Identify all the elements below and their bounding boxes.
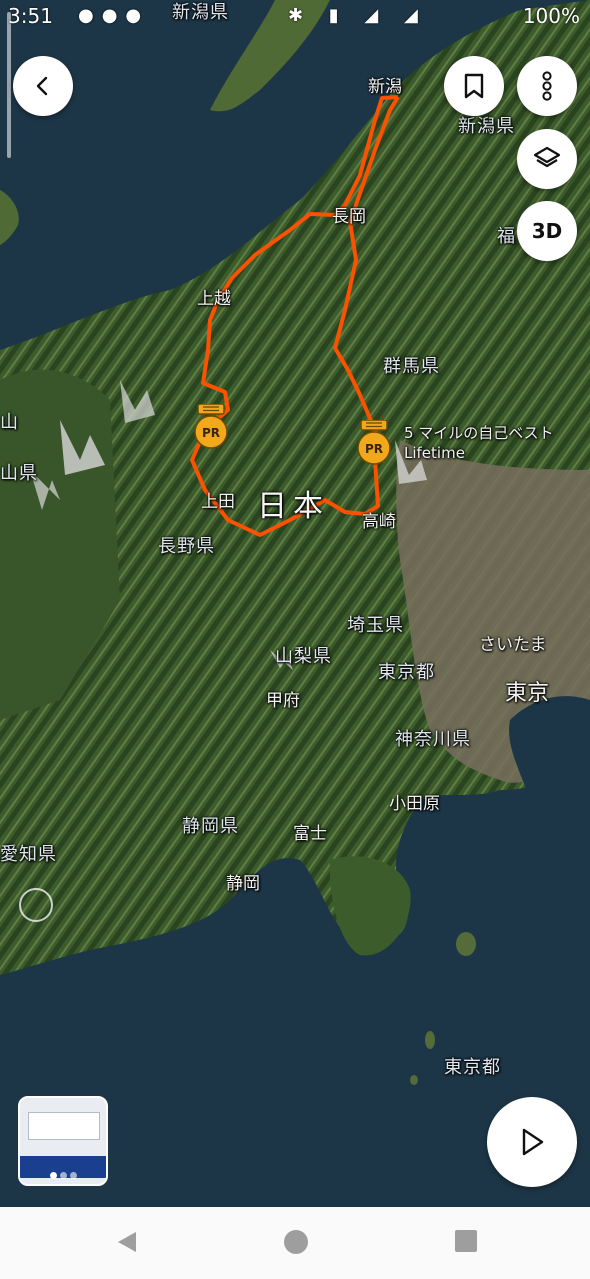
- map-label: 富士: [293, 824, 327, 844]
- map-label: 群馬県: [383, 356, 440, 377]
- map-label: 新潟: [368, 77, 402, 97]
- pr-badge-text: PR: [365, 442, 383, 456]
- nav-home-icon[interactable]: [283, 1229, 309, 1255]
- status-bar: 3:51 ●●● ✱ ▮ ◢ ◢ 100%: [0, 0, 590, 36]
- pr-badge-text: PR: [202, 426, 220, 440]
- map-label: 小田原: [389, 794, 440, 814]
- more-options-button[interactable]: [517, 56, 577, 116]
- map-label: 長岡: [332, 207, 366, 227]
- map-label: 神奈川県: [395, 729, 471, 750]
- nav-back-icon[interactable]: [114, 1229, 140, 1255]
- map-label: さいたま: [479, 635, 547, 655]
- nav-recents-icon[interactable]: [454, 1229, 478, 1253]
- pr-marker-title: 5 マイルの自己ベスト: [404, 424, 554, 442]
- bookmark-icon: [464, 73, 484, 99]
- pr-marker-subtitle: Lifetime: [404, 444, 465, 462]
- satellite-terrain: [0, 0, 590, 1207]
- pr-marker-text: 5 マイルの自己ベスト Lifetime: [404, 423, 554, 463]
- play-flyover-button[interactable]: [487, 1097, 577, 1187]
- map-country-label: 日本: [257, 489, 329, 524]
- photo-pager-dots: [50, 1164, 80, 1183]
- map-label: 上田: [201, 492, 235, 512]
- back-button[interactable]: [13, 56, 73, 116]
- 3d-view-button[interactable]: 3D: [517, 201, 577, 261]
- map-label: 東京: [505, 681, 550, 706]
- status-time: 3:51: [8, 4, 53, 28]
- map-label: 新潟県: [458, 116, 515, 137]
- system-nav-bar: [0, 1207, 590, 1279]
- map-label: 山: [0, 412, 19, 433]
- map-label: 山県: [0, 463, 38, 484]
- map-label: 高崎: [362, 512, 396, 532]
- info-icon[interactable]: [19, 888, 53, 922]
- map-layers-button[interactable]: [517, 129, 577, 189]
- map-label: 東京都: [378, 662, 435, 683]
- battery-level: 100%: [522, 4, 580, 28]
- personal-record-medal-icon[interactable]: PR: [357, 420, 391, 466]
- chevron-left-icon: [36, 76, 48, 96]
- play-icon: [522, 1128, 544, 1156]
- layers-icon: [533, 146, 561, 168]
- map-label: 静岡県: [182, 816, 239, 837]
- system-icons: ✱ ▮ ◢ ◢: [288, 5, 428, 26]
- map-label: 長野県: [158, 536, 215, 557]
- map-label: 山梨県: [275, 646, 332, 667]
- personal-record-medal-icon[interactable]: PR: [194, 404, 228, 450]
- map-label: 愛知県: [0, 844, 57, 865]
- map-label: 東京都: [444, 1057, 501, 1078]
- more-vertical-icon: [542, 71, 552, 101]
- map-label: 甲府: [266, 691, 300, 711]
- map-label: 福: [497, 226, 516, 247]
- map-label: 埼玉県: [347, 615, 404, 636]
- bookmark-button[interactable]: [444, 56, 504, 116]
- map-label: 上越: [197, 289, 231, 309]
- map-label: 静岡: [226, 874, 260, 894]
- photo-thumbnail[interactable]: [18, 1096, 108, 1186]
- map-view[interactable]: 新潟県 新潟県 群馬県 長野県 山梨県 埼玉県 東京都 神奈川県 静岡県 愛知県…: [0, 0, 590, 1207]
- station-sign-image: [28, 1112, 100, 1140]
- notification-icons: ●●●: [78, 5, 150, 26]
